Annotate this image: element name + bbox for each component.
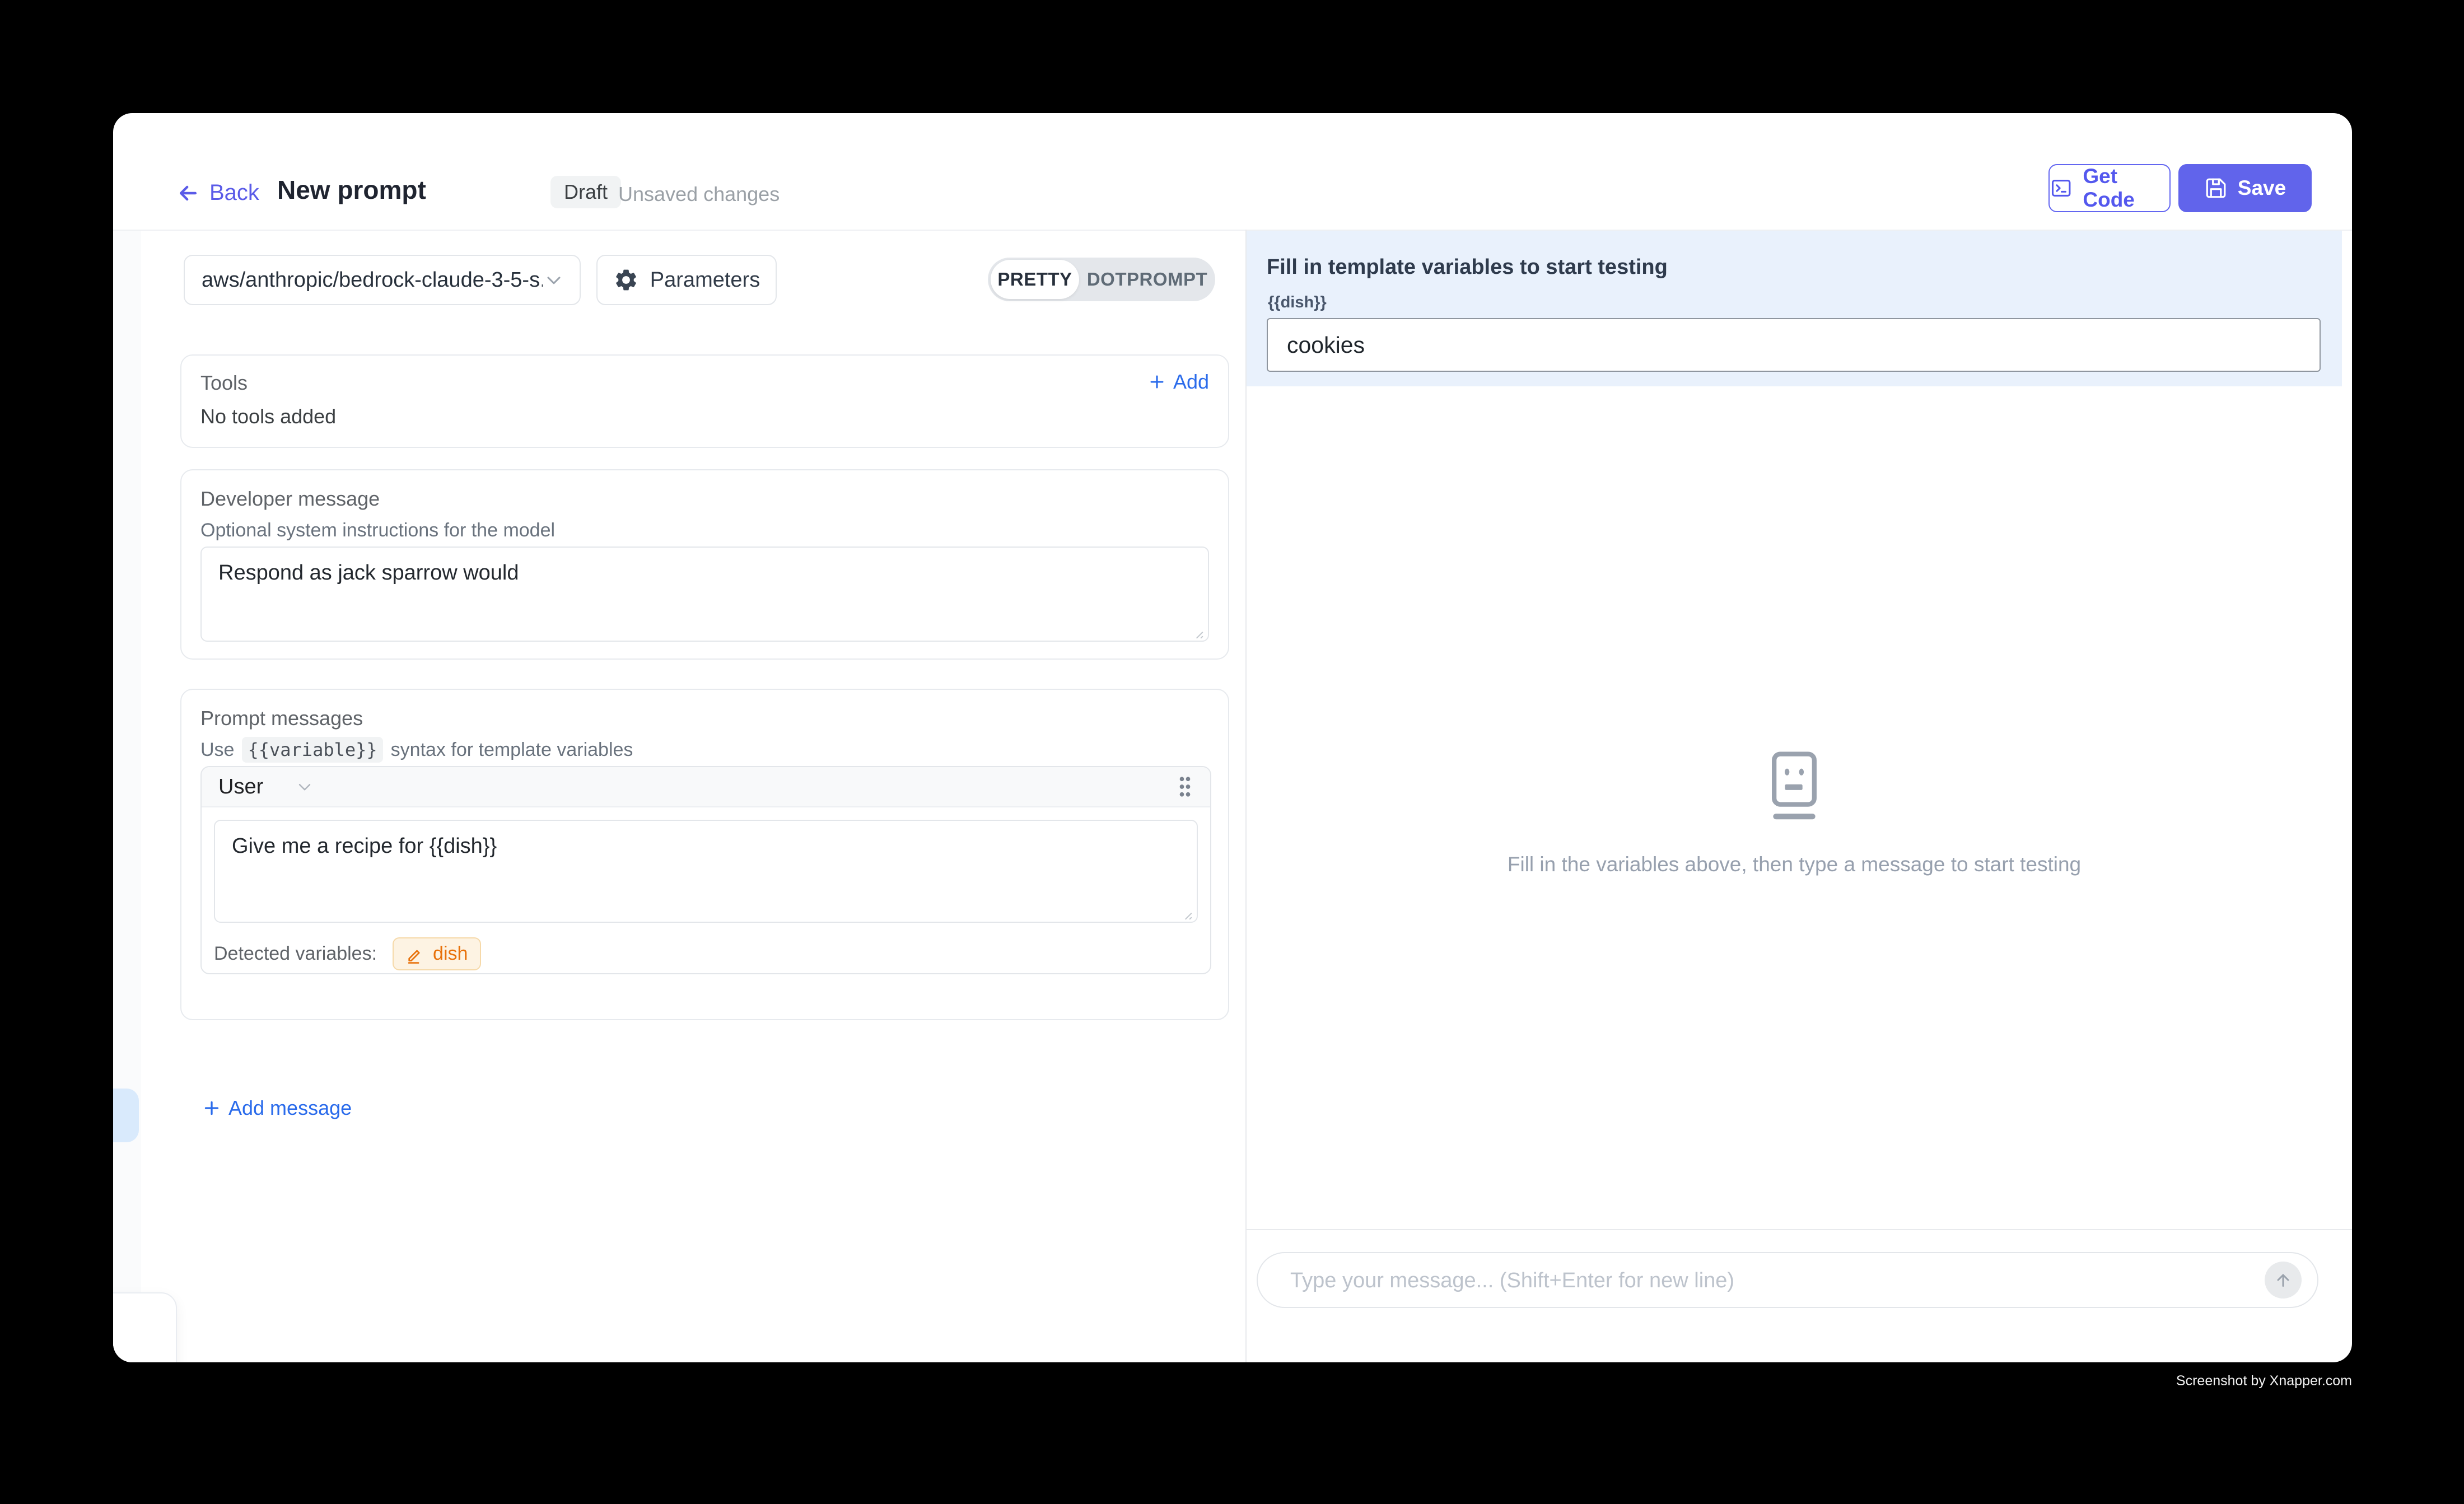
gear-icon — [613, 267, 639, 293]
template-variables-panel: Fill in template variables to start test… — [1247, 231, 2342, 386]
toggle-dotprompt[interactable]: DOTPROMPT — [1079, 258, 1215, 301]
save-label: Save — [2238, 176, 2286, 200]
prompt-messages-subtitle: Use {{variable}} syntax for template var… — [200, 737, 633, 763]
status-badge: Draft — [550, 176, 621, 208]
parameters-label: Parameters — [650, 268, 760, 292]
toggle-pretty[interactable]: PRETTY — [991, 260, 1079, 299]
variable-syntax-chip: {{variable}} — [242, 737, 382, 763]
chat-input-container — [1257, 1252, 2318, 1308]
back-button[interactable]: Back — [176, 180, 259, 205]
parameters-button[interactable]: Parameters — [596, 255, 777, 305]
prompt-messages-card: Prompt messages Use {{variable}} syntax … — [180, 689, 1229, 1020]
resize-handle-icon[interactable] — [1177, 904, 1193, 921]
message-block: User Give me a recipe for {{dish}} Detec… — [200, 766, 1211, 974]
sidebar-active-item-peek[interactable] — [113, 1089, 139, 1142]
save-icon — [2204, 176, 2228, 200]
prompt-messages-title: Prompt messages — [200, 707, 363, 730]
role-select[interactable]: User — [218, 775, 315, 799]
chat-input-divider — [1247, 1229, 2352, 1230]
edit-pencil-icon — [406, 945, 425, 964]
terminal-icon — [2050, 176, 2073, 200]
send-arrow-icon — [2273, 1270, 2293, 1290]
tools-empty-text: No tools added — [200, 405, 336, 428]
developer-message-title: Developer message — [200, 487, 380, 511]
tools-card: Tools Add No tools added — [180, 354, 1229, 448]
developer-message-subtitle: Optional system instructions for the mod… — [200, 520, 555, 541]
model-select-value: aws/anthropic/bedrock-claude-3-5-s... — [202, 268, 543, 292]
add-message-label: Add message — [228, 1096, 352, 1120]
subtitle-suffix: syntax for template variables — [391, 739, 633, 761]
plus-icon — [1147, 372, 1166, 391]
chat-empty-state: Fill in the variables above, then type a… — [1247, 751, 2342, 876]
page-title: New prompt — [277, 175, 426, 205]
role-select-value: User — [218, 775, 263, 799]
chat-empty-text: Fill in the variables above, then type a… — [1247, 853, 2342, 876]
app-window: Back New prompt Draft Unsaved changes Ge… — [113, 113, 2352, 1362]
screenshot-stage: Back New prompt Draft Unsaved changes Ge… — [0, 0, 2464, 1504]
add-tool-button[interactable]: Add — [1147, 370, 1209, 394]
get-code-label: Get Code — [2083, 165, 2169, 212]
variable-chip-dish[interactable]: dish — [393, 937, 481, 970]
watermark: Screenshot by Xnapper.com — [2176, 1373, 2352, 1389]
unsaved-changes-note: Unsaved changes — [618, 183, 780, 206]
get-code-button[interactable]: Get Code — [2048, 164, 2171, 212]
sidebar-peek-strip — [113, 231, 141, 1362]
user-message-wrap: Give me a recipe for {{dish}} — [214, 820, 1198, 926]
detected-variables-label: Detected variables: — [214, 943, 377, 965]
variable-chip-label: dish — [433, 943, 468, 965]
robot-face-icon — [1768, 751, 1820, 821]
back-arrow-icon — [176, 181, 200, 205]
save-button[interactable]: Save — [2178, 164, 2312, 212]
variable-value-input[interactable] — [1267, 318, 2321, 372]
tester-title: Fill in template variables to start test… — [1267, 255, 1668, 279]
view-mode-toggle: PRETTY DOTPROMPT — [988, 258, 1215, 301]
send-button[interactable] — [2265, 1262, 2302, 1299]
user-message-textarea[interactable]: Give me a recipe for {{dish}} — [214, 820, 1198, 923]
detected-variables-row: Detected variables: dish — [214, 937, 481, 970]
developer-textarea-wrap: Respond as jack sparrow would — [200, 547, 1209, 644]
chevron-down-icon — [543, 269, 565, 291]
drag-handle-icon[interactable] — [1177, 774, 1193, 799]
add-message-button[interactable]: Add message — [202, 1096, 352, 1120]
tools-title: Tools — [200, 371, 248, 395]
plus-icon — [202, 1098, 222, 1118]
chat-message-input[interactable] — [1289, 1253, 2232, 1308]
message-header: User — [202, 767, 1210, 807]
variable-name-label: {{dish}} — [1268, 293, 1327, 312]
developer-message-textarea[interactable]: Respond as jack sparrow would — [200, 547, 1209, 642]
sidebar-popover-peek — [113, 1292, 177, 1362]
developer-message-card: Developer message Optional system instru… — [180, 469, 1229, 660]
subtitle-prefix: Use — [200, 739, 234, 761]
add-tool-label: Add — [1173, 370, 1209, 394]
model-select[interactable]: aws/anthropic/bedrock-claude-3-5-s... — [184, 255, 581, 305]
back-label: Back — [209, 180, 259, 205]
chevron-down-icon — [295, 777, 315, 797]
resize-handle-icon[interactable] — [1188, 623, 1205, 640]
